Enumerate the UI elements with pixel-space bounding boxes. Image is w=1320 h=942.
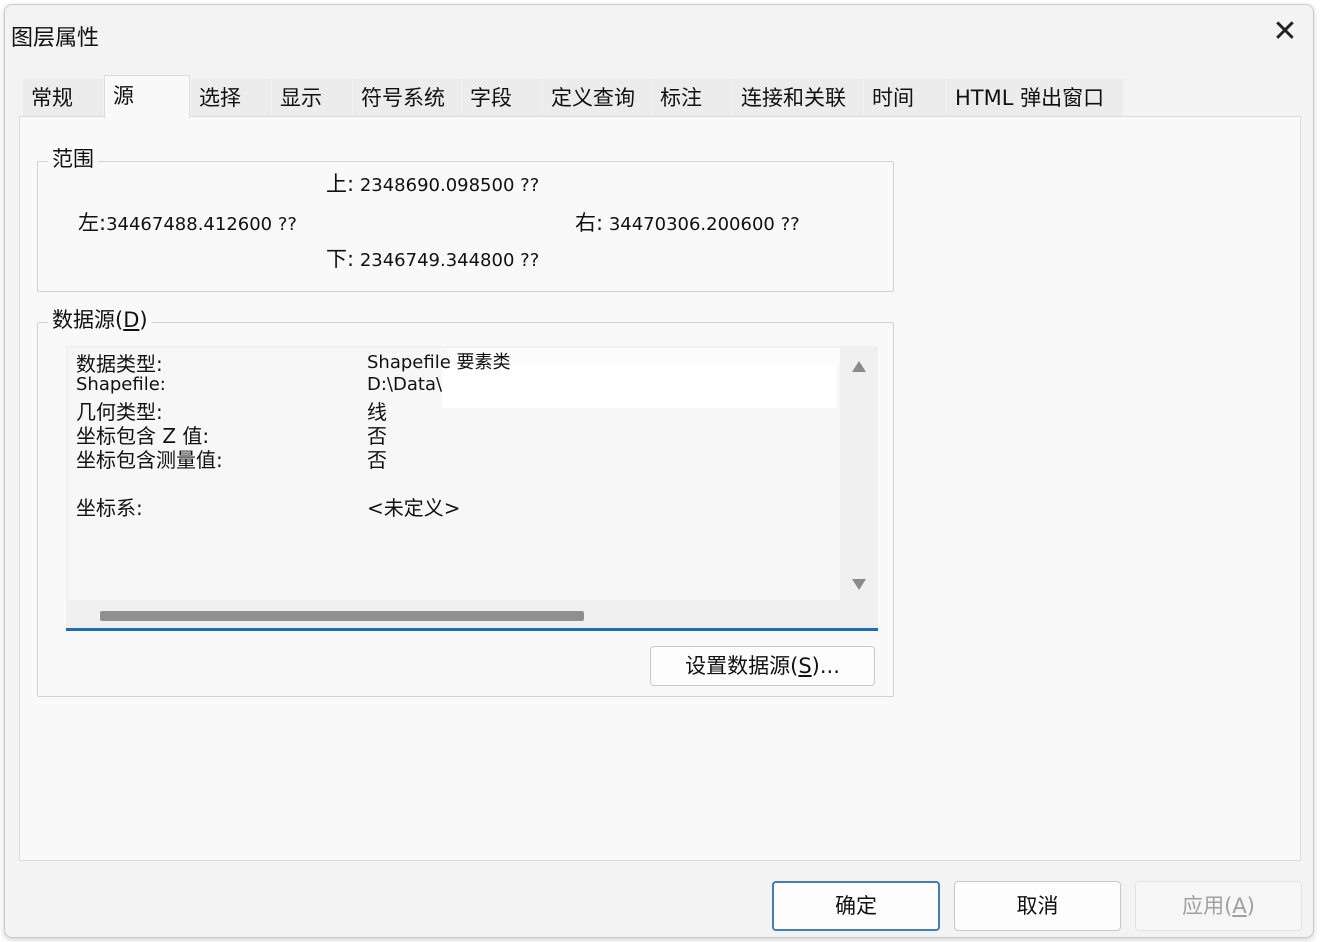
info-key-coordinate-system: 坐标系: [76, 496, 143, 520]
source-tab-panel: 范围 上: 2348690.098500 ?? 左:34467488.41260… [19, 116, 1301, 861]
title-bar: 图层属性 ✕ [5, 5, 1313, 57]
info-value-has-m: 否 [367, 448, 387, 472]
extent-right: 右: 34470306.200600 ?? [575, 207, 800, 237]
datasource-legend-key: D [123, 308, 140, 332]
datasource-legend-text: 数据源( [52, 308, 124, 332]
extent-top-value: 2348690.098500 ?? [359, 175, 540, 196]
tab-html-popup[interactable]: HTML 弹出窗口 [947, 79, 1123, 117]
tab-source[interactable]: 源 [104, 75, 190, 118]
extent-right-value: 34470306.200600 ?? [608, 214, 800, 235]
ok-button[interactable]: 确定 [772, 881, 940, 931]
info-key-data-type: 数据类型: [76, 352, 163, 376]
datasource-legend-close: ) [139, 308, 148, 332]
extent-left: 左:34467488.412600 ?? [78, 207, 297, 237]
tab-fields[interactable]: 字段 [462, 79, 542, 117]
info-key-has-m: 坐标包含测量值: [76, 448, 223, 472]
info-value-shapefile: D:\Data\ [367, 374, 443, 395]
extent-right-label: 右: [575, 211, 604, 235]
apply-button[interactable]: 应用(A) [1135, 881, 1302, 931]
tab-general[interactable]: 常规 [23, 79, 103, 117]
set-datasource-key: S [798, 654, 812, 678]
scroll-up-icon[interactable] [852, 361, 866, 372]
extent-bottom: 下: 2346749.344800 ?? [326, 243, 539, 273]
layer-properties-dialog: 图层属性 ✕ 常规 源 选择 显示 符号系统 字段 定义查询 标注 连接和关联 … [4, 4, 1314, 938]
info-key-shapefile: Shapefile: [76, 374, 166, 395]
set-datasource-button[interactable]: 设置数据源(S)... [650, 646, 875, 686]
extent-bottom-value: 2346749.344800 ?? [359, 250, 540, 271]
info-value-coordinate-system: <未定义> [367, 496, 461, 520]
tab-definition-query[interactable]: 定义查询 [543, 79, 651, 117]
cancel-button[interactable]: 取消 [954, 881, 1121, 931]
tab-selection[interactable]: 选择 [191, 79, 271, 117]
apply-close: ) [1246, 894, 1255, 918]
tab-labels[interactable]: 标注 [652, 79, 732, 117]
datasource-group: 数据源(D) 数据类型: Shapefile 要素类 Shapefile: D:… [37, 305, 894, 697]
info-value-data-type: Shapefile 要素类 [367, 352, 511, 373]
datasource-legend: 数据源(D) [48, 305, 152, 335]
set-datasource-close: )... [811, 654, 840, 678]
scroll-down-icon[interactable] [852, 579, 866, 590]
apply-key: A [1232, 894, 1247, 918]
extent-top: 上: 2348690.098500 ?? [326, 168, 539, 198]
extent-left-label: 左: [78, 211, 107, 235]
tab-strip: 常规 源 选择 显示 符号系统 字段 定义查询 标注 连接和关联 时间 HTML… [23, 75, 1123, 118]
extent-legend: 范围 [48, 144, 98, 174]
close-icon: ✕ [1272, 14, 1298, 49]
horizontal-scroll-thumb[interactable] [100, 611, 584, 621]
tab-symbology[interactable]: 符号系统 [353, 79, 461, 117]
set-datasource-text: 设置数据源( [685, 654, 799, 678]
tab-display[interactable]: 显示 [272, 79, 352, 117]
extent-top-label: 上: [326, 172, 355, 196]
dialog-title: 图层属性 [11, 26, 100, 51]
tab-joins-relates[interactable]: 连接和关联 [733, 79, 863, 117]
extent-group: 范围 上: 2348690.098500 ?? 左:34467488.41260… [37, 144, 894, 292]
close-button[interactable]: ✕ [1263, 13, 1307, 53]
datasource-info-box[interactable]: 数据类型: Shapefile 要素类 Shapefile: D:\Data\ … [66, 346, 878, 631]
apply-text: 应用( [1182, 894, 1233, 918]
focus-underline [66, 628, 878, 631]
extent-bottom-label: 下: [326, 247, 355, 271]
tab-time[interactable]: 时间 [864, 79, 946, 117]
vertical-scrollbar[interactable] [844, 348, 878, 600]
extent-left-value: 34467488.412600 ?? [106, 214, 297, 235]
horizontal-scrollbar[interactable] [66, 604, 878, 628]
